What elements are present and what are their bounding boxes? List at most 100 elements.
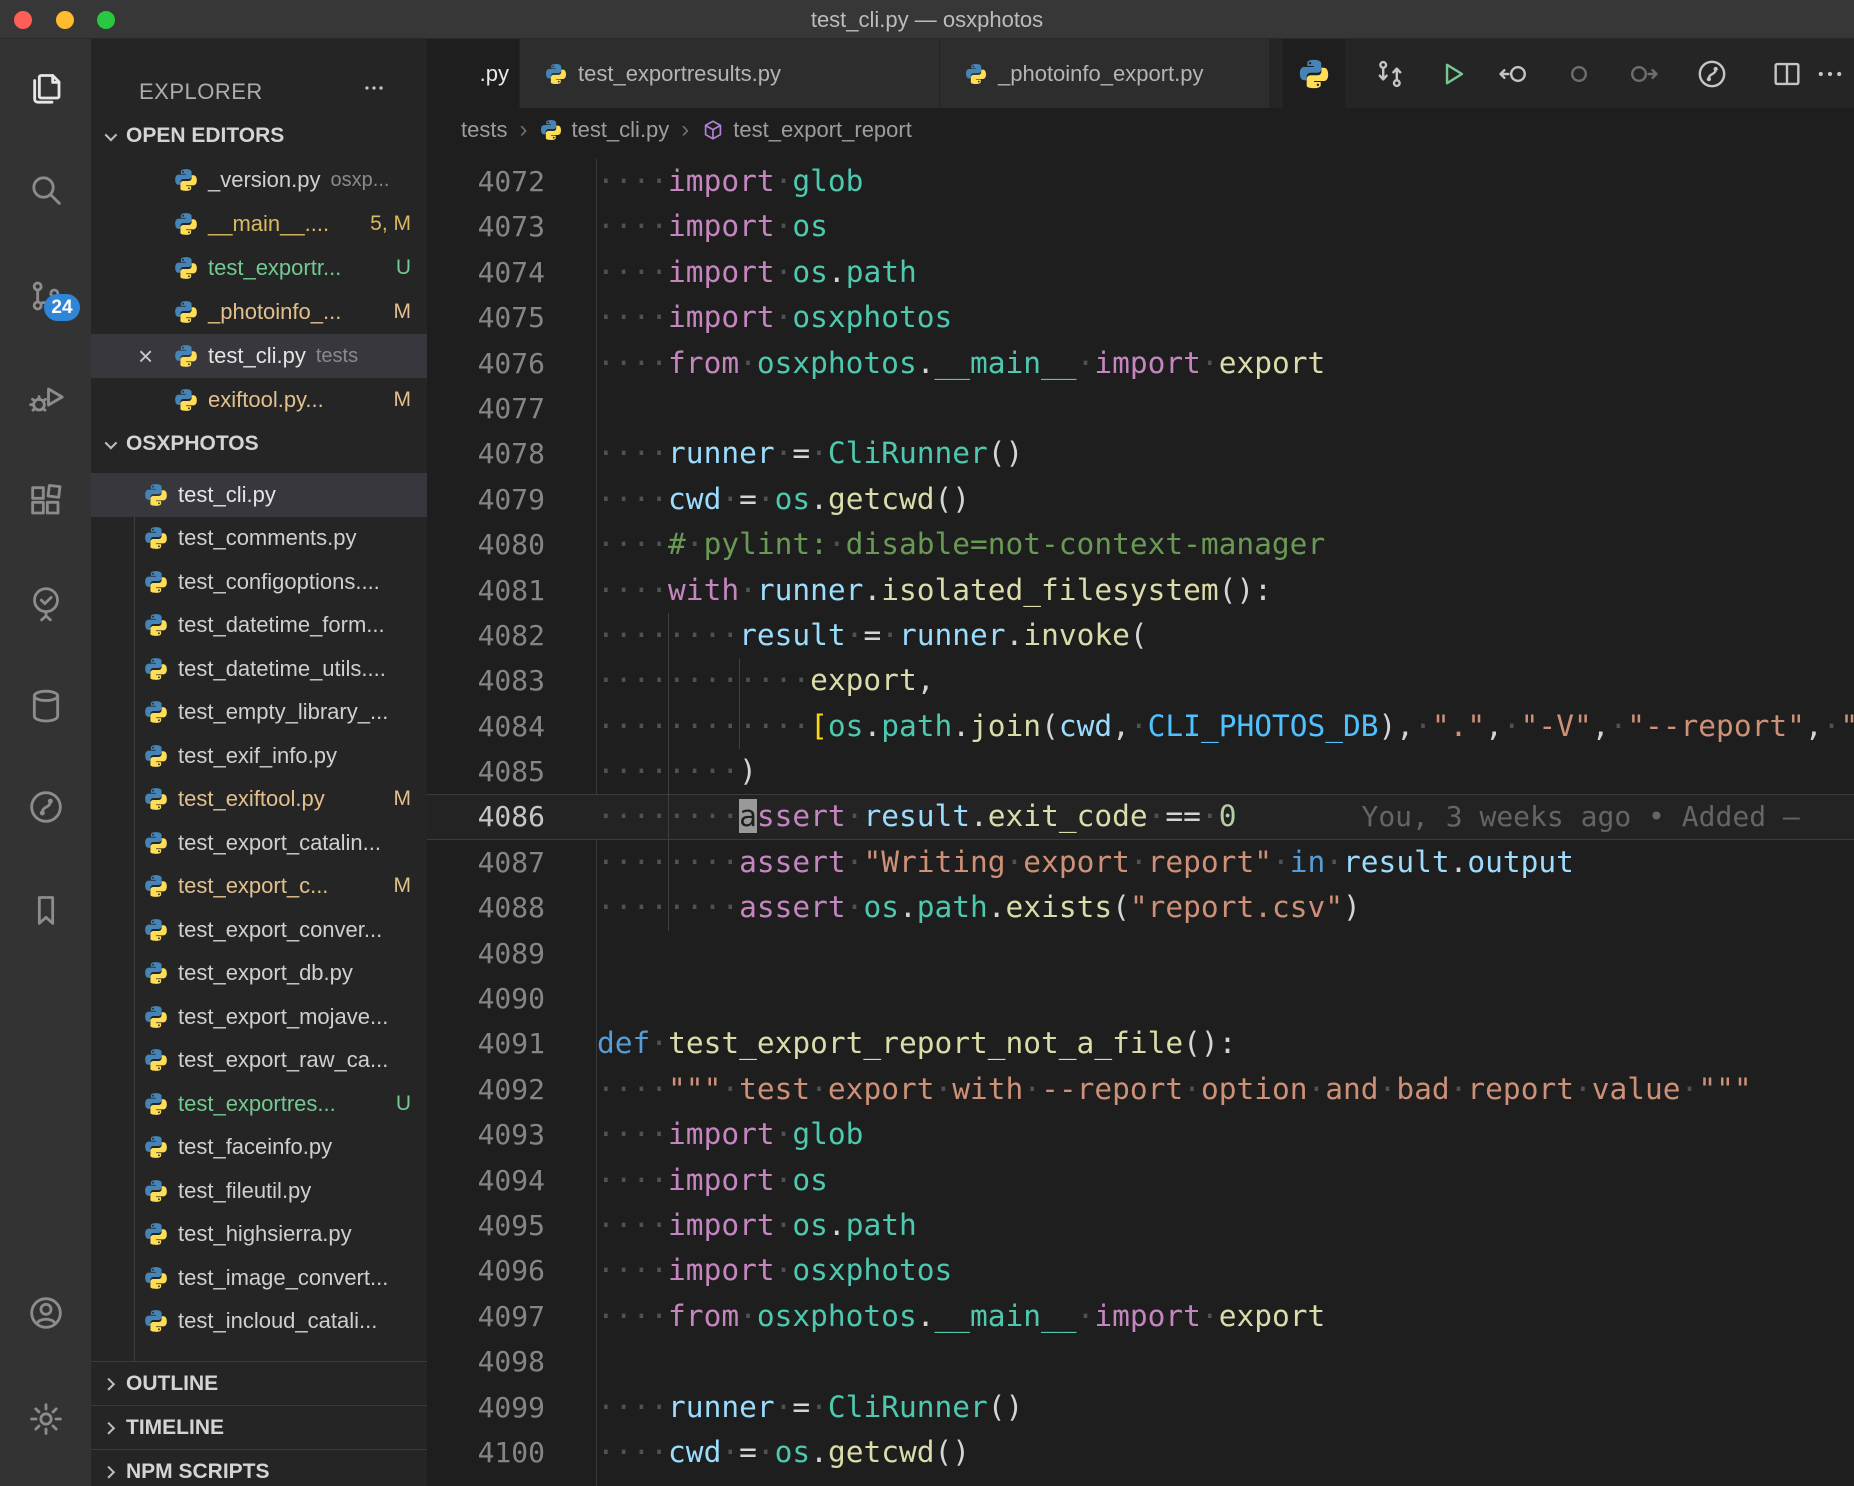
activity-explorer-button[interactable] [0,64,91,112]
code-line[interactable]: 4081····with·runner.isolated_filesystem(… [427,568,1854,613]
tree-item[interactable]: test_fileutil.py [91,1169,427,1213]
tree-item[interactable]: test_export_c...M [91,865,427,909]
line-number[interactable]: 4078 [427,431,573,476]
code-line[interactable]: 4092····"""·test·export·with·--report·op… [427,1067,1854,1112]
activity-database-button[interactable] [0,682,91,730]
line-number[interactable]: 4098 [427,1339,573,1384]
tree-item[interactable]: test_image_convert... [91,1256,427,1300]
code-line[interactable]: 4094····import·os [427,1158,1854,1203]
tree-item[interactable]: test_export_conver... [91,908,427,952]
gitlens-graph-button[interactable] [1691,53,1733,95]
line-number[interactable]: 4084 [427,704,573,749]
code-line[interactable]: 4078····runner·=·CliRunner() [427,431,1854,476]
tree-item[interactable]: test_empty_library_... [91,691,427,735]
close-icon[interactable]: × [138,343,173,369]
open-editor-item[interactable]: test_exportr...U [91,246,427,290]
line-number[interactable]: 4096 [427,1248,573,1293]
tree-item[interactable]: test_faceinfo.py [91,1126,427,1170]
line-number[interactable]: 4095 [427,1203,573,1248]
activity-todo-tree-button[interactable] [0,579,91,627]
line-number[interactable]: 4091 [427,1021,573,1066]
line-number[interactable]: 4094 [427,1158,573,1203]
tree-item[interactable]: test_cli.py [91,473,427,517]
line-number[interactable]: 4087 [427,840,573,885]
code-line[interactable]: 4076····from·osxphotos.__main__·import·e… [427,341,1854,386]
tree-item[interactable]: test_highsierra.py [91,1213,427,1257]
code-line[interactable]: 4073····import·os [427,204,1854,249]
breadcrumb-item[interactable]: test_export_report [701,117,912,143]
code-line[interactable]: 4074····import·os.path [427,250,1854,295]
previous-change-button[interactable] [1493,53,1535,95]
line-number[interactable]: 4092 [427,1067,573,1112]
more-actions-icon[interactable] [361,75,387,106]
activity-account-button[interactable] [0,1289,91,1337]
tree-item[interactable]: test_exportres...U [91,1082,427,1126]
split-editor-button[interactable] [1766,53,1808,95]
code-line[interactable]: 4097····from·osxphotos.__main__·import·e… [427,1294,1854,1339]
section-timeline[interactable]: TIMELINE [91,1405,427,1449]
breadcrumb[interactable]: tests›test_cli.py›test_export_report [427,108,1854,152]
tab-_photoinfo_export.py[interactable]: _photoinfo_export.py [940,39,1270,108]
line-number[interactable]: 4080 [427,522,573,567]
activity-extensions-button[interactable] [0,476,91,524]
tree-item[interactable]: test_export_db.py [91,952,427,996]
activity-run-debug-button[interactable] [0,373,91,421]
tree-item[interactable]: test_datetime_utils.... [91,647,427,691]
code-line[interactable]: 4085········) [427,749,1854,794]
code-line[interactable]: 4084············[os.path.join(cwd,·CLI_P… [427,704,1854,749]
code-line[interactable]: 4100····cwd·=·os.getcwd() [427,1430,1854,1475]
code-line[interactable]: 4075····import·osxphotos [427,295,1854,340]
tree-item[interactable]: test_export_catalin... [91,821,427,865]
breadcrumb-item[interactable]: tests [461,117,507,143]
code-editor[interactable]: 4072····import·glob4073····import·os4074… [427,152,1854,1486]
code-line[interactable]: 4089 [427,931,1854,976]
code-line[interactable]: 4099····runner·=·CliRunner() [427,1385,1854,1430]
code-line[interactable]: 4083············export, [427,658,1854,703]
line-number[interactable]: 4100 [427,1430,573,1475]
current-change-button[interactable] [1558,53,1600,95]
open-editor-item[interactable]: __main__....5, M [91,202,427,246]
tree-item[interactable]: test_comments.py [91,517,427,561]
line-number[interactable]: 4086 [427,794,573,839]
tree-item[interactable]: test_incloud_catali... [91,1300,427,1344]
line-number[interactable]: 4081 [427,568,573,613]
run-button[interactable] [1431,53,1473,95]
activity-gitlens-button[interactable] [0,783,91,831]
open-editor-item[interactable]: ×test_cli.pytests [91,334,427,378]
tab-.py[interactable]: .py [427,39,520,108]
code-line[interactable]: 4096····import·osxphotos [427,1248,1854,1293]
section-open-editors[interactable]: OPEN EDITORS [91,114,427,158]
line-number[interactable]: 4076 [427,341,573,386]
tree-item[interactable]: test_exiftool.pyM [91,778,427,822]
line-number[interactable]: 4074 [427,250,573,295]
line-number[interactable]: 4073 [427,204,573,249]
line-number[interactable]: 4093 [427,1112,573,1157]
line-number[interactable]: 4088 [427,885,573,930]
line-number[interactable]: 4099 [427,1385,573,1430]
tree-item[interactable]: test_exif_info.py [91,734,427,778]
more-actions-button[interactable] [1809,53,1851,95]
code-line[interactable]: 4087········assert·"Writing·export·repor… [427,840,1854,885]
activity-search-button[interactable] [0,166,91,214]
line-number[interactable]: 4083 [427,658,573,703]
line-number[interactable]: 4075 [427,295,573,340]
tree-item[interactable]: test_export_mojave... [91,995,427,1039]
tree-item[interactable]: test_configoptions.... [91,560,427,604]
code-line[interactable]: 4079····cwd·=·os.getcwd() [427,477,1854,522]
code-line[interactable]: 4080····#·pylint:·disable=not-context-ma… [427,522,1854,567]
open-editor-item[interactable]: _version.pyosxp... [91,158,427,202]
code-line[interactable]: 4082········result·=·runner.invoke( [427,613,1854,658]
code-line[interactable]: 4072····import·glob [427,159,1854,204]
tree-item[interactable]: test_datetime_form... [91,604,427,648]
tab-test_exportresults.py[interactable]: test_exportresults.py [520,39,940,108]
line-number[interactable]: 4089 [427,931,573,976]
python-interpreter-button[interactable] [1283,39,1345,108]
activity-settings-button[interactable] [0,1395,91,1443]
code-line[interactable]: 4086········assert·result.exit_code·==·0… [427,794,1854,839]
line-number[interactable]: 4079 [427,477,573,522]
section-osxphotos[interactable]: OSXPHOTOS [91,422,427,466]
code-line[interactable]: 4093····import·glob [427,1112,1854,1157]
line-number[interactable]: 4072 [427,159,573,204]
line-number[interactable]: 4077 [427,386,573,431]
section-outline[interactable]: OUTLINE [91,1361,427,1405]
